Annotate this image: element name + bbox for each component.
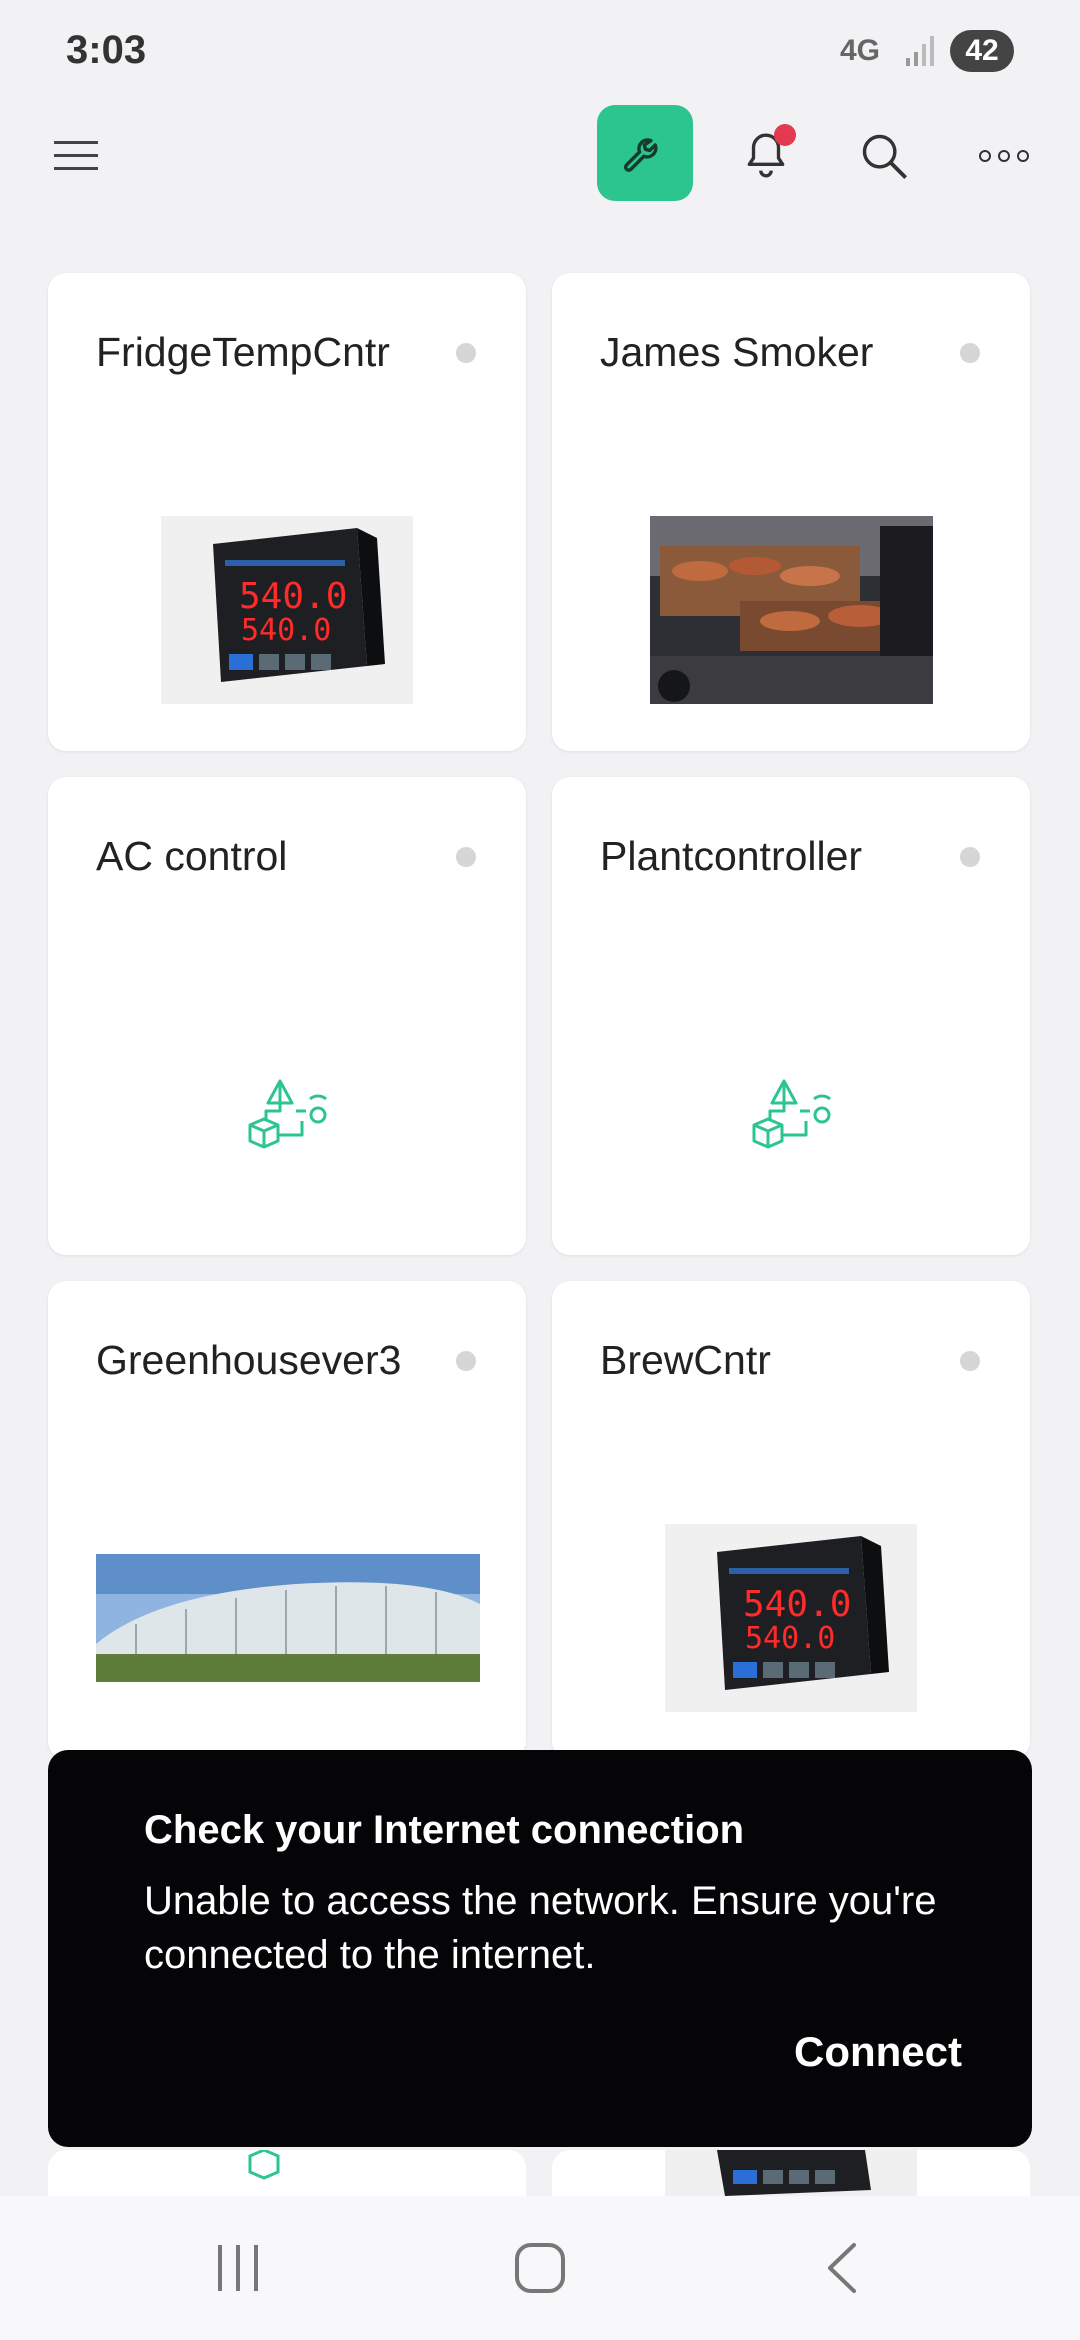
status-dot (456, 1351, 476, 1371)
back-icon (828, 2243, 856, 2293)
menu-button[interactable] (28, 108, 124, 204)
more-icon (979, 150, 1029, 162)
svg-text:540.0: 540.0 (239, 576, 347, 617)
temperature-controller-photo (665, 2150, 917, 2196)
device-card-plantcontroller[interactable]: Plantcontroller (552, 777, 1030, 1255)
wrench-icon (623, 138, 658, 172)
recents-icon (218, 2245, 258, 2291)
status-time: 3:03 (66, 28, 147, 72)
status-dot (456, 847, 476, 867)
smoker-grill-photo (650, 516, 933, 704)
signal-icon (906, 36, 934, 66)
network-type: 4G (840, 34, 881, 67)
greenhouse-photo (96, 1554, 480, 1682)
status-dot (960, 1351, 980, 1371)
svg-text:540.0: 540.0 (745, 1621, 835, 1656)
home-icon (515, 2243, 565, 2293)
tools-button[interactable] (597, 105, 693, 201)
device-card-fridgetempcntr[interactable]: FridgeTempCntr 540.0 540.0 (48, 273, 526, 751)
temperature-controller-photo: 540.0 540.0 (665, 1524, 917, 1712)
system-navigation-bar (0, 2196, 1080, 2340)
snackbar-message: Unable to access the network. Ensure you… (144, 1879, 937, 1977)
svg-text:540.0: 540.0 (743, 1584, 851, 1625)
device-name: AC control (96, 833, 288, 879)
status-dot (960, 847, 980, 867)
device-card-greenhousever3[interactable]: Greenhousever3 (48, 1281, 526, 1759)
device-name: Greenhousever3 (96, 1337, 402, 1383)
recents-button[interactable] (188, 2218, 288, 2318)
home-button[interactable] (490, 2218, 590, 2318)
search-button[interactable] (836, 108, 932, 204)
device-name: James Smoker (600, 329, 874, 375)
battery-indicator: 42 (950, 30, 1014, 72)
status-bar: 3:03 4G 42 (0, 0, 1080, 100)
iot-device-icon (752, 1079, 831, 1149)
connect-button[interactable]: Connect (794, 2028, 962, 2076)
device-card-james-smoker[interactable]: James Smoker (552, 273, 1030, 751)
menu-icon (54, 141, 98, 170)
svg-text:540.0: 540.0 (241, 613, 331, 648)
device-card-ac-control[interactable]: AC control (48, 777, 526, 1255)
iot-device-icon (248, 1079, 327, 1149)
snackbar-title: Check your Internet connection (144, 1808, 745, 1852)
notifications-button[interactable] (718, 108, 814, 204)
connection-snackbar: Check your Internet connection Unable to… (48, 1750, 1032, 2147)
device-name: BrewCntr (600, 1337, 771, 1383)
more-options-button[interactable] (956, 108, 1052, 204)
temperature-controller-photo: 540.0 540.0 (161, 516, 413, 704)
notification-badge (774, 124, 796, 146)
status-dot (456, 343, 476, 363)
top-app-bar (0, 100, 1080, 210)
app-screen: 3:03 4G 42 FridgeTempCntr 540.0 540.0 Ja… (0, 0, 1080, 2340)
device-card-brewcntr[interactable]: BrewCntr 540.0 540.0 (552, 1281, 1030, 1759)
iot-device-icon (248, 2150, 280, 2180)
device-name: FridgeTempCntr (96, 329, 390, 375)
status-dot (960, 343, 980, 363)
device-name: Plantcontroller (600, 833, 863, 879)
search-icon (862, 134, 908, 180)
back-button[interactable] (792, 2218, 892, 2318)
